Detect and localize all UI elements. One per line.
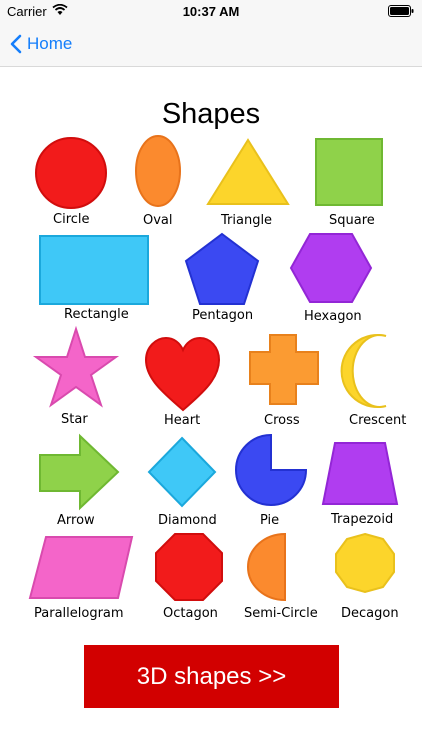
- label-star: Star: [61, 412, 88, 427]
- shapes-poster: [28, 135, 399, 602]
- status-bar: Carrier 10:37 AM: [0, 0, 422, 22]
- label-triangle: Triangle: [221, 213, 273, 228]
- star-shape: [32, 325, 120, 408]
- label-crescent: Crescent: [349, 413, 407, 428]
- battery-icon: [388, 5, 414, 20]
- pentagon-shape: [184, 232, 260, 305]
- hexagon-shape: [289, 233, 373, 303]
- label-octagon: Octagon: [163, 606, 218, 621]
- label-rectangle: Rectangle: [64, 307, 129, 322]
- pie-shape: [235, 433, 308, 506]
- 3d-shapes-button[interactable]: 3D shapes >>: [84, 645, 339, 708]
- rectangle-shape: [39, 235, 149, 305]
- label-trapezoid: Trapezoid: [331, 512, 394, 527]
- cross-shape: [249, 334, 319, 405]
- circle-shape: [35, 137, 107, 209]
- label-parallelogram: Parallelogram: [34, 606, 124, 621]
- parallelogram-shape: [28, 536, 134, 599]
- square-shape: [315, 138, 383, 206]
- label-oval: Oval: [143, 213, 173, 228]
- label-decagon: Decagon: [341, 606, 399, 621]
- trapezoid-shape: [321, 442, 399, 505]
- crescent-shape: [340, 334, 387, 408]
- arrow-shape: [39, 433, 120, 511]
- oval-shape: [135, 135, 181, 207]
- label-hexagon: Hexagon: [304, 309, 362, 324]
- back-label: Home: [27, 34, 73, 53]
- label-heart: Heart: [164, 413, 201, 428]
- chevron-left-icon: [10, 34, 22, 54]
- label-circle: Circle: [53, 212, 90, 227]
- clock: 10:37 AM: [182, 4, 240, 19]
- triangle-shape: [206, 138, 290, 205]
- label-square: Square: [329, 213, 375, 228]
- label-pentagon: Pentagon: [192, 308, 254, 323]
- octagon-shape: [155, 533, 223, 601]
- label-arrow: Arrow: [57, 513, 95, 528]
- semicircle-shape: [247, 532, 286, 602]
- diamond-shape: [147, 436, 217, 508]
- label-diamond: Diamond: [158, 513, 217, 528]
- back-button[interactable]: Home: [10, 30, 72, 58]
- label-cross: Cross: [264, 413, 300, 428]
- decagon-shape: [335, 532, 395, 594]
- navigation-bar: Home: [0, 22, 422, 67]
- label-pie: Pie: [260, 513, 280, 528]
- heart-shape: [144, 336, 221, 412]
- label-semicircle: Semi-Circle: [244, 606, 318, 621]
